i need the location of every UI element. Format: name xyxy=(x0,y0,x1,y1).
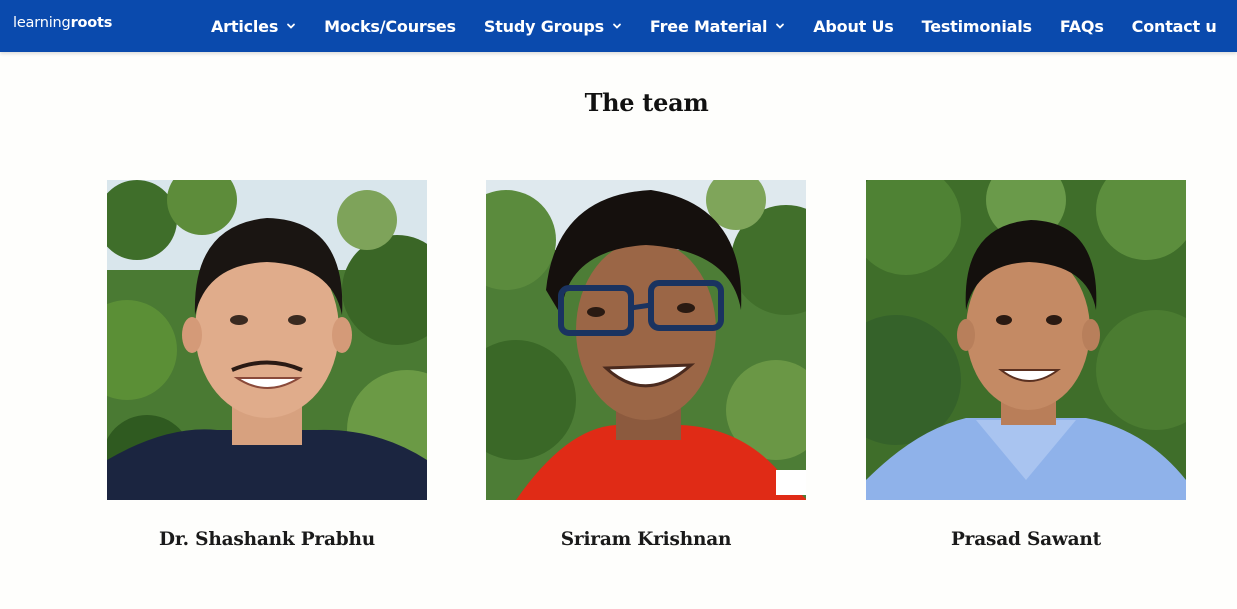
logo-text-bold: roots xyxy=(70,15,113,31)
nav-item-study-groups[interactable]: Study Groups xyxy=(484,17,622,36)
nav-item-free-material[interactable]: Free Material xyxy=(650,17,785,36)
nav-item-testimonials[interactable]: Testimonials xyxy=(922,17,1032,36)
nav-item-mocks-courses[interactable]: Mocks/Courses xyxy=(324,17,456,36)
team-member-name: Dr. Shashank Prabhu xyxy=(158,529,375,550)
team-member-photo xyxy=(486,180,806,500)
team-member-photo xyxy=(866,180,1186,500)
chevron-down-icon xyxy=(612,23,621,29)
team-member-photo xyxy=(107,180,427,500)
team-member-name: Sriram Krishnan xyxy=(560,529,732,550)
nav-item-faqs[interactable]: FAQs xyxy=(1060,17,1104,36)
team-member-card: Prasad Sawant xyxy=(866,180,1186,550)
team-section-title: The team xyxy=(584,88,709,117)
team-member-name: Prasad Sawant xyxy=(950,529,1102,550)
nav-item-label: Study Groups xyxy=(483,16,604,36)
main-nav-menu: Articles Mocks/Courses Study Groups Free… xyxy=(211,0,1237,52)
nav-item-contact-us[interactable]: Contact u xyxy=(1132,17,1217,36)
nav-item-articles[interactable]: Articles xyxy=(211,17,296,36)
nav-item-label: About Us xyxy=(813,16,894,36)
top-navbar: learningroots Articles Mocks/Courses Stu… xyxy=(0,0,1237,52)
chevron-down-icon xyxy=(287,23,296,29)
team-member-card: Sriram Krishnan xyxy=(486,180,806,550)
nav-item-label: Free Material xyxy=(649,16,768,36)
nav-item-label: Mocks/Courses xyxy=(324,16,456,36)
nav-item-label: Testimonials xyxy=(921,16,1032,36)
logo-text-light: learning xyxy=(13,15,71,31)
team-member-card: Dr. Shashank Prabhu xyxy=(107,180,427,550)
chevron-down-icon xyxy=(776,23,785,29)
nav-item-label: FAQs xyxy=(1059,16,1104,36)
nav-item-label: Contact u xyxy=(1131,16,1217,36)
nav-item-label: Articles xyxy=(211,16,279,36)
nav-item-about-us[interactable]: About Us xyxy=(813,16,894,36)
site-logo[interactable]: learningroots xyxy=(13,15,112,31)
